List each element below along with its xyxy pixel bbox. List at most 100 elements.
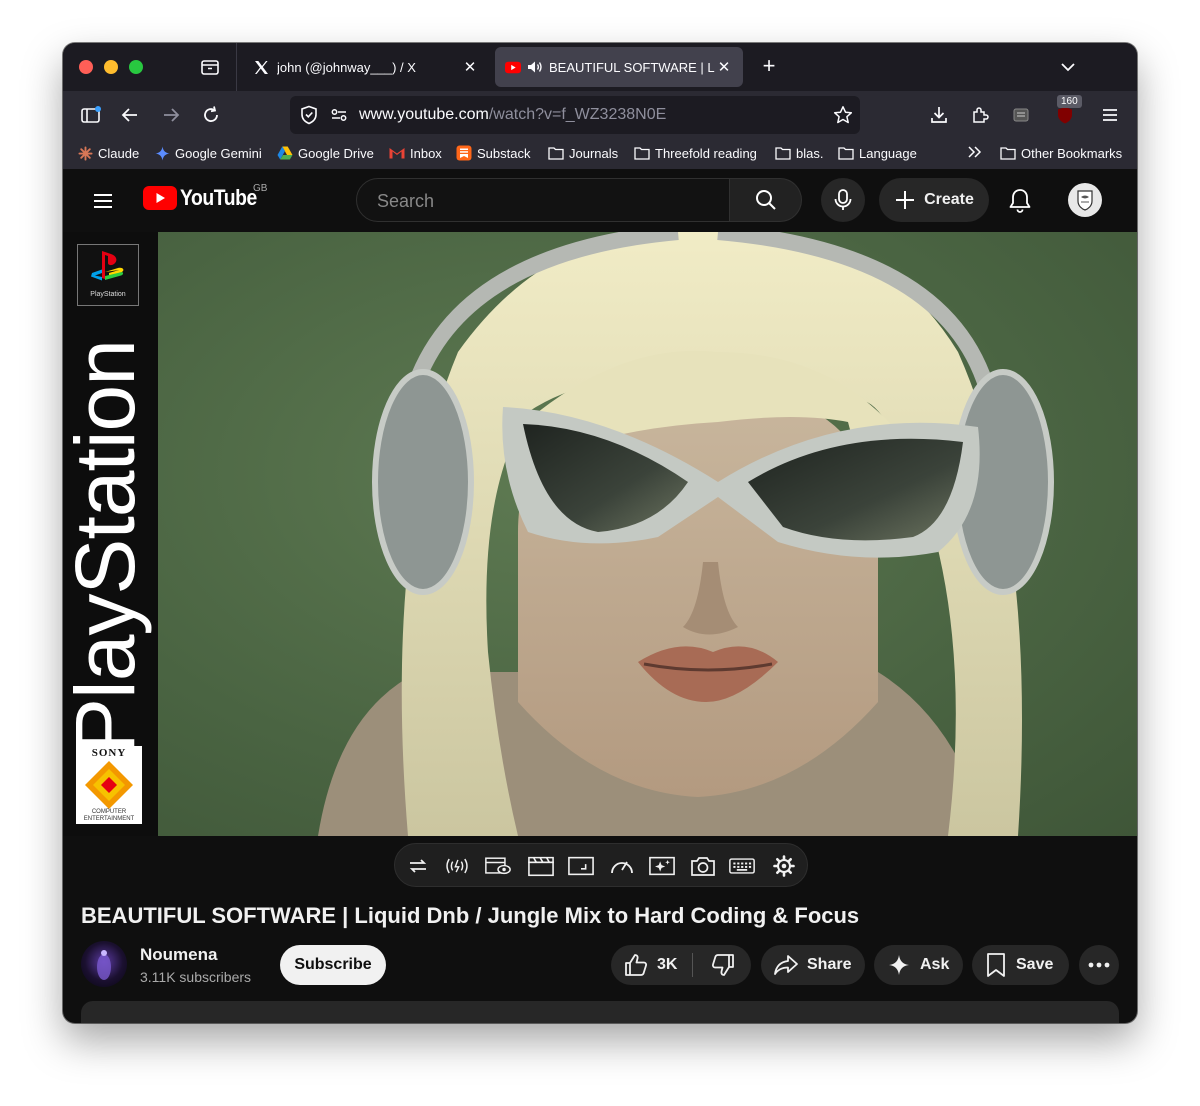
thumbs-up-icon [625, 954, 648, 976]
bookmark-label: Claude [98, 145, 140, 161]
chevron-down-icon[interactable] [1059, 58, 1077, 76]
bookmark-star-icon[interactable] [833, 105, 853, 130]
reload-icon[interactable] [199, 103, 223, 127]
create-button[interactable]: Create [879, 178, 989, 222]
keyboard-shortcuts-icon[interactable] [729, 853, 755, 879]
tab-overview-icon[interactable] [199, 57, 221, 77]
sce-diamond-logo-icon [85, 761, 133, 809]
back-arrow-icon[interactable] [118, 103, 142, 127]
bookmark-inbox[interactable]: Inbox [389, 145, 442, 161]
playback-speed-icon[interactable] [609, 853, 635, 879]
search-button[interactable] [730, 178, 802, 222]
more-horizontal-icon [1088, 962, 1110, 968]
video-title: BEAUTIFUL SOFTWARE | Liquid Dnb / Jungle… [81, 903, 860, 928]
clapperboard-icon[interactable] [528, 853, 554, 879]
description-box[interactable] [81, 1001, 1119, 1023]
audio-boost-icon[interactable] [444, 853, 470, 879]
playstation-logo-icon [91, 251, 124, 281]
folder-icon [838, 145, 854, 161]
shield-icon[interactable] [300, 105, 318, 130]
sidebar-toggle-icon[interactable] [79, 103, 103, 127]
downloads-icon[interactable] [927, 103, 951, 127]
bookmark-label: Google Gemini [175, 145, 262, 161]
folder-icon [1000, 145, 1016, 161]
more-actions-button[interactable] [1079, 945, 1119, 985]
create-label: Create [924, 191, 974, 208]
playstation-vertical-wordmark: PlayStation [63, 340, 152, 754]
app-menu-icon[interactable] [1098, 103, 1122, 127]
tab-x-profile[interactable]: john (@johnway___) / X ✕ [243, 47, 489, 87]
search-box[interactable] [356, 178, 730, 222]
bookmarks-overflow-chevron-icon[interactable] [967, 145, 983, 159]
notifications-bell-icon[interactable] [1008, 188, 1032, 214]
bookmark-folder-threefold-reading[interactable]: Threefold reading [634, 145, 757, 161]
youtube-wordmark: YouTube [180, 185, 257, 210]
resize-player-icon[interactable] [568, 853, 594, 879]
share-button[interactable]: Share [761, 945, 865, 985]
url-path: /watch?v=f_WZ3238N0E [488, 106, 667, 123]
ask-label: Ask [920, 956, 950, 973]
like-count: 3K [657, 956, 678, 973]
bookmark-claude[interactable]: Claude [77, 145, 139, 161]
video-filters-icon[interactable] [649, 853, 675, 879]
search-input[interactable] [375, 189, 719, 213]
cinema-mode-icon[interactable] [485, 853, 511, 879]
share-arrow-icon [774, 955, 798, 975]
tab-close-icon[interactable]: ✕ [715, 58, 733, 76]
playstation-badge: PlayStation [77, 244, 139, 306]
youtube-home-logo[interactable]: YouTube [143, 185, 267, 211]
dislike-button[interactable] [695, 945, 751, 985]
google-drive-icon [277, 145, 293, 161]
save-button[interactable]: Save [972, 945, 1069, 985]
speaker-playing-icon[interactable] [527, 59, 543, 75]
close-window-button[interactable] [79, 60, 93, 74]
like-dislike-segment: 3K [611, 945, 751, 985]
folder-icon [775, 145, 791, 161]
like-button[interactable]: 3K [611, 945, 692, 985]
bookmark-folder-journals[interactable]: Journals [548, 145, 618, 161]
address-bar[interactable]: www.youtube.com/watch?v=f_WZ3238N0E [290, 96, 860, 134]
bookmark-save-icon [987, 953, 1005, 977]
sony-wordmark: SONY [91, 747, 127, 759]
voice-search-button[interactable] [821, 178, 865, 222]
guide-menu-icon[interactable] [91, 189, 115, 213]
loop-icon[interactable] [405, 853, 431, 879]
channel-name[interactable]: Noumena [140, 945, 217, 965]
thumbs-down-icon [711, 954, 734, 976]
like-divider [692, 953, 693, 977]
ask-button[interactable]: Ask [874, 945, 963, 985]
youtube-play-logo-icon [143, 186, 177, 210]
screenshot-camera-icon[interactable] [690, 853, 716, 879]
channel-avatar[interactable] [81, 941, 127, 987]
site-permissions-icon[interactable] [330, 106, 348, 129]
tab-title: BEAUTIFUL SOFTWARE | Liq [549, 59, 715, 75]
account-avatar[interactable] [1068, 183, 1102, 217]
bookmark-folder-other-bookmarks[interactable]: Other Bookmarks [1000, 145, 1122, 161]
share-label: Share [807, 956, 852, 973]
url-host: www.youtube.com [359, 106, 489, 123]
forward-arrow-icon[interactable] [159, 103, 183, 127]
extensions-puzzle-icon[interactable] [968, 103, 992, 127]
tab-youtube-active[interactable]: BEAUTIFUL SOFTWARE | Liq ✕ [495, 47, 743, 87]
sparkle-icon [889, 955, 909, 975]
video-player[interactable]: PlayStation PlayStation SONY COMPUTER EN… [63, 232, 1137, 836]
bookmark-folder-blas[interactable]: blas. [775, 145, 823, 161]
bookmark-label: Substack [477, 145, 531, 161]
bookmark-substack[interactable]: Substack [456, 145, 530, 161]
new-tab-plus-icon[interactable]: + [758, 55, 780, 77]
bookmark-folder-language[interactable]: Language [838, 145, 917, 161]
bookmark-google-drive[interactable]: Google Drive [277, 145, 374, 161]
video-frame-artwork [158, 232, 1137, 836]
substack-icon [456, 145, 472, 161]
reader-extension-icon[interactable] [1009, 103, 1033, 127]
save-label: Save [1016, 956, 1054, 973]
fullscreen-window-button[interactable] [129, 60, 143, 74]
tab-close-icon[interactable]: ✕ [461, 58, 479, 76]
settings-gear-icon[interactable] [771, 853, 797, 879]
bookmark-label: Google Drive [298, 145, 374, 161]
bookmark-label: Journals [569, 145, 619, 161]
bookmark-google-gemini[interactable]: Google Gemini [154, 145, 262, 161]
minimize-window-button[interactable] [104, 60, 118, 74]
url-text[interactable]: www.youtube.com/watch?v=f_WZ3238N0E [359, 106, 666, 124]
subscribe-button[interactable]: Subscribe [280, 945, 386, 985]
